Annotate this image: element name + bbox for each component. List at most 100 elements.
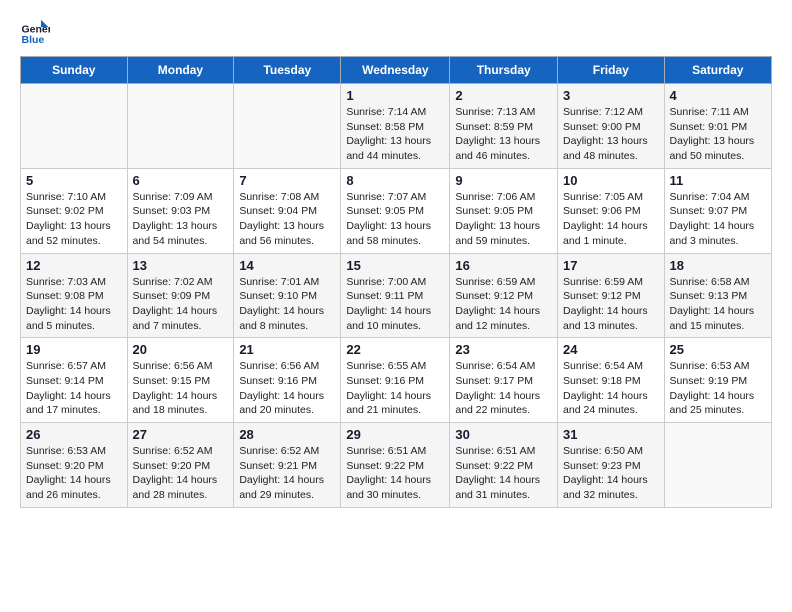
day-info: Sunrise: 7:14 AMSunset: 8:58 PMDaylight:… (346, 105, 444, 164)
calendar-cell: 14 Sunrise: 7:01 AMSunset: 9:10 PMDayligh… (234, 253, 341, 338)
day-number: 8 (346, 173, 444, 188)
calendar-cell: 15Sunrise: 7:00 AMSunset: 9:11 PMDayligh… (341, 253, 450, 338)
day-number: 2 (455, 88, 552, 103)
day-number: 12 (26, 258, 122, 273)
day-info: Sunrise: 7:11 AMSunset: 9:01 PMDaylight:… (670, 105, 766, 164)
calendar-cell: 29 Sunrise: 6:51 AMSunset: 9:22 PMDayligh… (341, 423, 450, 508)
calendar-week-4: 19 Sunrise: 6:57 AMSunset: 9:14 PMDayligh… (21, 338, 772, 423)
day-info: Sunrise: 7:09 AMSunset: 9:03 PMDaylight:… (133, 190, 229, 249)
day-info: Sunrise: 6:51 AMSunset: 9:22 PMDaylight:… (346, 444, 444, 503)
calendar-cell: 26 Sunrise: 6:53 AMSunset: 9:20 PMDayligh… (21, 423, 128, 508)
calendar-cell: 5 Sunrise: 7:10 AMSunset: 9:02 PMDaylight… (21, 168, 128, 253)
day-info: Sunrise: 6:59 AMSunset: 9:12 PMDaylight:… (563, 275, 659, 334)
day-number: 14 (239, 258, 335, 273)
day-header-saturday: Saturday (664, 57, 771, 84)
day-number: 26 (26, 427, 122, 442)
calendar-cell: 3Sunrise: 7:12 AMSunset: 9:00 PMDaylight… (558, 84, 665, 169)
day-info: Sunrise: 6:56 AMSunset: 9:16 PMDaylight:… (239, 359, 335, 418)
day-info: Sunrise: 7:13 AMSunset: 8:59 PMDaylight:… (455, 105, 552, 164)
day-info: Sunrise: 6:56 AMSunset: 9:15 PMDaylight:… (133, 359, 229, 418)
day-number: 18 (670, 258, 766, 273)
day-number: 6 (133, 173, 229, 188)
calendar-cell: 13Sunrise: 7:02 AMSunset: 9:09 PMDayligh… (127, 253, 234, 338)
day-number: 4 (670, 88, 766, 103)
calendar-cell: 8 Sunrise: 7:07 AMSunset: 9:05 PMDaylight… (341, 168, 450, 253)
calendar-cell: 7 Sunrise: 7:08 AMSunset: 9:04 PMDaylight… (234, 168, 341, 253)
day-info: Sunrise: 7:12 AMSunset: 9:00 PMDaylight:… (563, 105, 659, 164)
calendar-body: 1 Sunrise: 7:14 AMSunset: 8:58 PMDaylight… (21, 84, 772, 508)
day-info: Sunrise: 6:53 AMSunset: 9:19 PMDaylight:… (670, 359, 766, 418)
calendar-cell: 1 Sunrise: 7:14 AMSunset: 8:58 PMDaylight… (341, 84, 450, 169)
day-header-wednesday: Wednesday (341, 57, 450, 84)
day-info: Sunrise: 7:08 AMSunset: 9:04 PMDaylight:… (239, 190, 335, 249)
day-number: 22 (346, 342, 444, 357)
day-info: Sunrise: 7:03 AMSunset: 9:08 PMDaylight:… (26, 275, 122, 334)
calendar-cell: 4 Sunrise: 7:11 AMSunset: 9:01 PMDaylight… (664, 84, 771, 169)
day-number: 7 (239, 173, 335, 188)
calendar-table: SundayMondayTuesdayWednesdayThursdayFrid… (20, 56, 772, 508)
day-number: 19 (26, 342, 122, 357)
svg-text:Blue: Blue (22, 34, 45, 46)
day-number: 1 (346, 88, 444, 103)
calendar-cell: 12 Sunrise: 7:03 AMSunset: 9:08 PMDayligh… (21, 253, 128, 338)
calendar-cell (127, 84, 234, 169)
day-number: 5 (26, 173, 122, 188)
day-info: Sunrise: 6:58 AMSunset: 9:13 PMDaylight:… (670, 275, 766, 334)
calendar-header: SundayMondayTuesdayWednesdayThursdayFrid… (21, 57, 772, 84)
day-info: Sunrise: 7:05 AMSunset: 9:06 PMDaylight:… (563, 190, 659, 249)
day-info: Sunrise: 6:57 AMSunset: 9:14 PMDaylight:… (26, 359, 122, 418)
logo: General Blue (20, 16, 54, 46)
calendar-week-3: 12 Sunrise: 7:03 AMSunset: 9:08 PMDayligh… (21, 253, 772, 338)
calendar-cell: 28Sunrise: 6:52 AMSunset: 9:21 PMDayligh… (234, 423, 341, 508)
calendar-cell: 31Sunrise: 6:50 AMSunset: 9:23 PMDayligh… (558, 423, 665, 508)
day-info: Sunrise: 7:02 AMSunset: 9:09 PMDaylight:… (133, 275, 229, 334)
day-info: Sunrise: 7:00 AMSunset: 9:11 PMDaylight:… (346, 275, 444, 334)
calendar-cell (234, 84, 341, 169)
day-number: 28 (239, 427, 335, 442)
calendar-cell: 24 Sunrise: 6:54 AMSunset: 9:18 PMDayligh… (558, 338, 665, 423)
day-info: Sunrise: 6:59 AMSunset: 9:12 PMDaylight:… (455, 275, 552, 334)
calendar-cell: 27Sunrise: 6:52 AMSunset: 9:20 PMDayligh… (127, 423, 234, 508)
day-number: 20 (133, 342, 229, 357)
day-info: Sunrise: 7:06 AMSunset: 9:05 PMDaylight:… (455, 190, 552, 249)
day-number: 23 (455, 342, 552, 357)
calendar-cell (664, 423, 771, 508)
day-header-thursday: Thursday (450, 57, 558, 84)
calendar-cell: 2 Sunrise: 7:13 AMSunset: 8:59 PMDaylight… (450, 84, 558, 169)
page-container: General Blue SundayMondayTuesdayWednesda… (0, 0, 792, 524)
header: General Blue (20, 16, 772, 46)
day-info: Sunrise: 6:53 AMSunset: 9:20 PMDaylight:… (26, 444, 122, 503)
calendar-cell: 11Sunrise: 7:04 AMSunset: 9:07 PMDayligh… (664, 168, 771, 253)
day-number: 17 (563, 258, 659, 273)
calendar-cell: 20 Sunrise: 6:56 AMSunset: 9:15 PMDayligh… (127, 338, 234, 423)
day-info: Sunrise: 7:07 AMSunset: 9:05 PMDaylight:… (346, 190, 444, 249)
calendar-cell: 9Sunrise: 7:06 AMSunset: 9:05 PMDaylight… (450, 168, 558, 253)
calendar-week-1: 1 Sunrise: 7:14 AMSunset: 8:58 PMDaylight… (21, 84, 772, 169)
calendar-week-2: 5 Sunrise: 7:10 AMSunset: 9:02 PMDaylight… (21, 168, 772, 253)
calendar-cell: 6 Sunrise: 7:09 AMSunset: 9:03 PMDaylight… (127, 168, 234, 253)
calendar-cell: 25Sunrise: 6:53 AMSunset: 9:19 PMDayligh… (664, 338, 771, 423)
day-info: Sunrise: 6:54 AMSunset: 9:18 PMDaylight:… (563, 359, 659, 418)
calendar-cell (21, 84, 128, 169)
header-row: SundayMondayTuesdayWednesdayThursdayFrid… (21, 57, 772, 84)
calendar-cell: 16Sunrise: 6:59 AMSunset: 9:12 PMDayligh… (450, 253, 558, 338)
day-number: 21 (239, 342, 335, 357)
calendar-cell: 18 Sunrise: 6:58 AMSunset: 9:13 PMDayligh… (664, 253, 771, 338)
day-info: Sunrise: 7:10 AMSunset: 9:02 PMDaylight:… (26, 190, 122, 249)
day-info: Sunrise: 6:52 AMSunset: 9:20 PMDaylight:… (133, 444, 229, 503)
day-header-sunday: Sunday (21, 57, 128, 84)
day-info: Sunrise: 6:55 AMSunset: 9:16 PMDaylight:… (346, 359, 444, 418)
calendar-cell: 19 Sunrise: 6:57 AMSunset: 9:14 PMDayligh… (21, 338, 128, 423)
day-number: 29 (346, 427, 444, 442)
calendar-cell: 23 Sunrise: 6:54 AMSunset: 9:17 PMDayligh… (450, 338, 558, 423)
calendar-cell: 17 Sunrise: 6:59 AMSunset: 9:12 PMDayligh… (558, 253, 665, 338)
day-info: Sunrise: 7:01 AMSunset: 9:10 PMDaylight:… (239, 275, 335, 334)
day-number: 31 (563, 427, 659, 442)
calendar-cell: 10 Sunrise: 7:05 AMSunset: 9:06 PMDayligh… (558, 168, 665, 253)
day-header-friday: Friday (558, 57, 665, 84)
day-number: 10 (563, 173, 659, 188)
calendar-week-5: 26 Sunrise: 6:53 AMSunset: 9:20 PMDayligh… (21, 423, 772, 508)
day-header-tuesday: Tuesday (234, 57, 341, 84)
day-info: Sunrise: 6:54 AMSunset: 9:17 PMDaylight:… (455, 359, 552, 418)
day-number: 24 (563, 342, 659, 357)
